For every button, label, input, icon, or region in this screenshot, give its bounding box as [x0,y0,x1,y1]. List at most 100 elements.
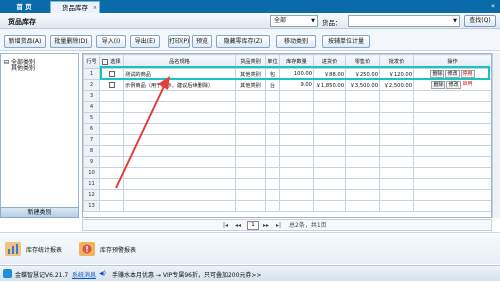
prev-page-icon[interactable]: ◂◂ [235,221,241,230]
cell-name[interactable]: 示例商品（用于演示，建议后续删除） [123,79,236,91]
page-title: 货品库存 [8,18,36,26]
speaker-icon: ◀) [99,270,106,277]
empty-cell [265,101,280,113]
table-row[interactable]: 2 示例商品（用于演示，建议后续删除） 其他类别 台 9.00 ￥1,850.0… [83,79,491,91]
row-checkbox[interactable] [108,81,115,88]
table-row-empty[interactable]: 10 [83,167,491,179]
stock-warning-report-link[interactable]: 库存预警报表 [78,238,136,260]
delete-button[interactable]: 删除 [431,81,446,89]
empty-cell [313,101,346,113]
category-select[interactable]: 全部 ▼ [270,15,318,27]
empty-cell [345,90,380,102]
empty-cell [379,156,414,168]
report-label: 库存预警报表 [100,246,137,254]
chevron-down-icon: ▼ [311,18,315,24]
cell-category: 其他类别 [235,79,266,91]
table-row-empty[interactable]: 6 [83,123,491,135]
empty-cell [123,145,236,157]
aux-unit-button[interactable]: 按辅单位计量 [322,35,370,48]
stock-stats-report-link[interactable]: 库存统计报表 [4,238,62,260]
table-row-empty[interactable]: 13 [83,200,491,212]
system-news-link[interactable]: 系统消息 [72,270,96,279]
table-row-empty[interactable]: 4 [83,101,491,113]
table-row-empty[interactable]: 5 [83,112,491,124]
empty-cell [379,112,414,124]
promo-message[interactable]: 手赚水本月优惠 → VIP专属96折，只可叠加200元券>> [112,270,261,279]
empty-cell [265,200,280,212]
preview-button[interactable]: 预览 [192,35,212,48]
empty-cell [235,178,266,190]
cell-retail-price: ￥3,500.00 [345,79,380,91]
empty-cell [345,200,380,212]
query-button[interactable]: 查找(Q) [464,15,496,27]
empty-cell [235,167,266,179]
move-category-button[interactable]: 移动类别 [276,35,316,48]
empty-cell [123,178,236,190]
batch-delete-button[interactable]: 批量删除(D) [50,35,92,48]
empty-cell [313,156,346,168]
title-bar: 货品库存 全部 ▼ 货品： ▼ 查找(Q) [0,13,500,29]
row-number: 1 [83,68,100,80]
first-page-icon[interactable]: |◂ [223,221,228,230]
empty-cell [123,112,236,124]
empty-cell [279,112,314,124]
empty-cell [345,145,380,157]
table-row-empty[interactable]: 8 [83,145,491,157]
empty-cell [313,167,346,179]
empty-cell [265,167,280,179]
page-number-input[interactable]: 1 [247,221,259,230]
empty-cell [279,123,314,135]
hide-zero-stock-button[interactable]: 隐藏零库存(Z) [216,35,270,48]
cell-purchase-price: ￥1,850.00 [313,79,346,91]
edit-button[interactable]: 修改 [446,81,461,89]
collapse-icon[interactable]: « [489,2,497,10]
chevron-down-icon: ▼ [453,18,457,24]
empty-cell [279,200,314,212]
empty-cell [413,178,491,190]
empty-cell [313,123,346,135]
table-row-empty[interactable]: 7 [83,134,491,146]
row-select[interactable] [99,79,124,91]
tree-item-other[interactable]: 其他类别 [11,63,35,72]
cell-wholesale-price: ￥2,500.00 [379,79,414,91]
vertical-scrollbar[interactable] [492,53,500,218]
empty-cell [279,90,314,102]
tab-goods-stock[interactable]: 货品库存 × [50,1,100,13]
tree-item-label: 其他类别 [11,65,36,72]
column-header[interactable]: 行号 [83,54,100,69]
cell-unit: 台 [265,79,280,91]
tab-bar: 首 页 货品库存 × « [0,0,500,13]
table-row-empty[interactable]: 12 [83,189,491,201]
status-bar: 金蝶智慧记V6.21.7 系统消息 ◀) 手赚水本月优惠 → VIP专属96折，… [0,265,500,281]
goods-search-input[interactable]: ▼ [348,15,460,27]
empty-cell [235,200,266,212]
empty-cell [279,156,314,168]
import-button[interactable]: 导入(I) [96,35,126,48]
row-number: 10 [83,167,100,179]
empty-cell [279,101,314,113]
empty-cell [235,189,266,201]
tree-toggle-icon[interactable]: ⊟ [4,59,9,66]
export-button[interactable]: 导出(E) [130,35,160,48]
add-goods-button[interactable]: 新增货品(A) [4,35,46,48]
table-row-empty[interactable]: 11 [83,178,491,190]
row-highlight-box [100,66,490,80]
empty-cell [235,156,266,168]
new-category-button[interactable]: 新建类别 [0,207,79,218]
empty-cell [313,189,346,201]
table-row-empty[interactable]: 3 [83,90,491,102]
row-number: 5 [83,112,100,124]
empty-cell [265,156,280,168]
empty-cell [123,134,236,146]
last-page-icon[interactable]: ▸| [276,221,281,230]
print-button[interactable]: 打印(P) [168,35,190,48]
empty-cell [379,189,414,201]
next-page-icon[interactable]: ▸▸ [263,221,269,230]
tab-home[interactable]: 首 页 [2,1,46,13]
enable-button[interactable]: 启用 [462,81,474,89]
select-all-checkbox[interactable] [102,58,109,65]
empty-cell [235,101,266,113]
table-row-empty[interactable]: 9 [83,156,491,168]
pager: |◂ ◂◂ 1 ▸▸ ▸| 总2条，共1页 [82,219,492,231]
empty-cell [99,145,124,157]
